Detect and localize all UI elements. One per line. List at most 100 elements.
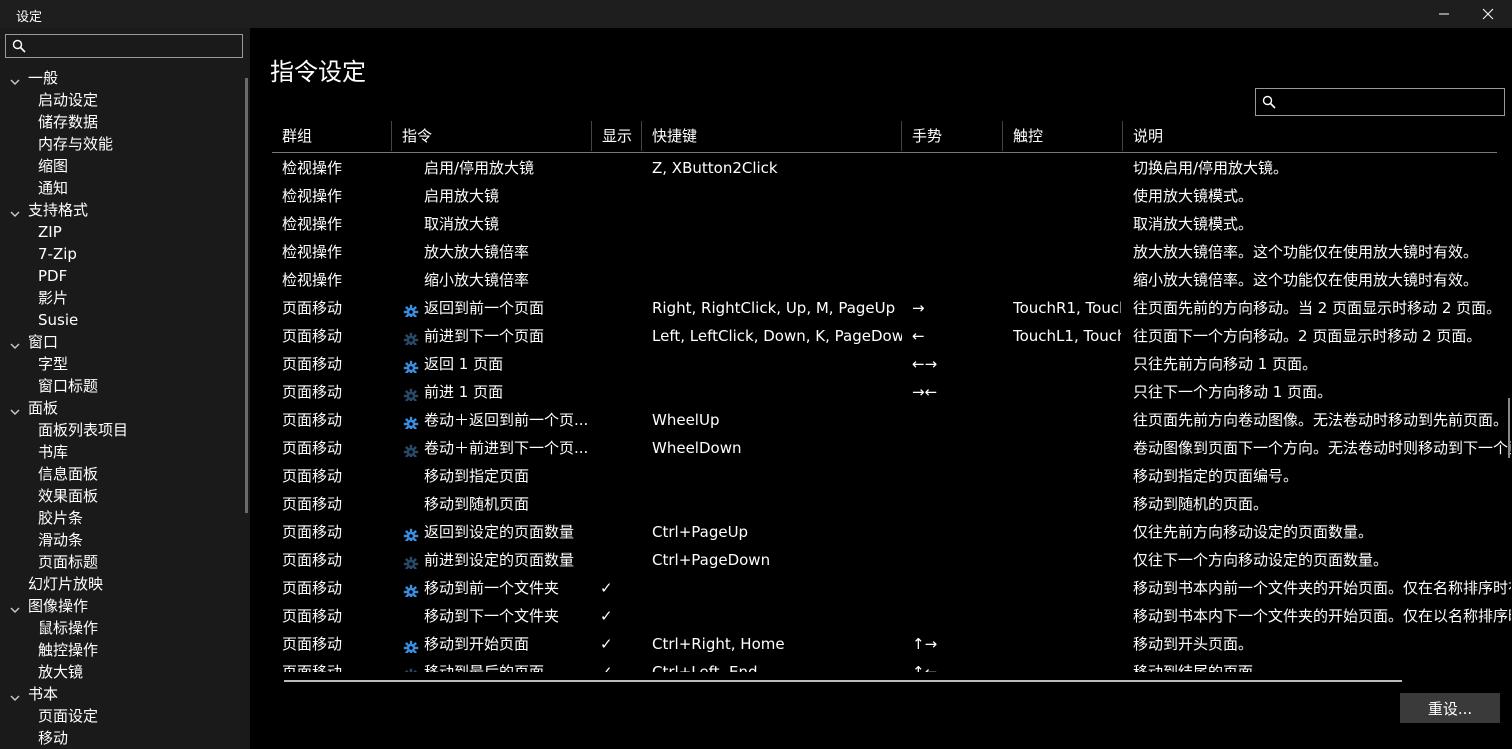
tree-item[interactable]: 缩图 [0,155,246,177]
tree-item[interactable]: 胶片条 [0,507,246,529]
shortcut-cell[interactable]: Z, XButton2Click [652,154,902,182]
command-cell[interactable]: 卷动＋前进到下一个页... [424,434,592,462]
sidebar-scrollbar[interactable] [245,78,248,513]
table-row[interactable]: 检视操作 启用/停用放大镜 Z, XButton2Click 切换启用/停用放大镜。 [272,154,1512,182]
gear-icon[interactable] [403,301,419,317]
gear-icon[interactable] [403,665,419,672]
table-row[interactable]: 页面移动 移动到指定页面 移动到指定的页面编号。 [272,462,1512,490]
shortcut-cell[interactable]: Ctrl+Right, Home [652,630,902,658]
tree-item[interactable]: 储存数据 [0,111,246,133]
shortcut-cell[interactable]: Right, RightClick, Up, M, PageUp [652,294,902,322]
tree-item[interactable]: 滑动条 [0,529,246,551]
show-checkmark[interactable]: ✓ [600,602,620,630]
tree-category[interactable]: 书本 [0,683,246,705]
show-checkmark[interactable]: ✓ [600,658,620,672]
command-cell[interactable]: 取消放大镜 [424,210,592,238]
tree-category[interactable]: 幻灯片放映 [0,573,246,595]
command-cell[interactable]: 前进到下一个页面 [424,322,592,350]
close-button[interactable] [1464,0,1512,28]
table-row[interactable]: 页面移动 移动到前一个文件夹 ✓ 移动到书本内前一个文件夹的开始页面。仅在名称排序时有… [272,574,1512,602]
command-cell[interactable]: 返回 1 页面 [424,350,592,378]
tree-category[interactable]: 支持格式 [0,199,246,221]
tree-item[interactable]: 信息面板 [0,463,246,485]
tree-item[interactable]: 启动设定 [0,89,246,111]
command-cell[interactable]: 放大放大镜倍率 [424,238,592,266]
sidebar-search-input[interactable] [5,34,243,58]
table-row[interactable]: 检视操作 启用放大镜 使用放大镜模式。 [272,182,1512,210]
vertical-scrollbar[interactable] [1508,398,1510,458]
shortcut-cell[interactable]: Ctrl+Left, End [652,658,902,672]
gear-icon[interactable] [403,385,419,401]
table-row[interactable]: 页面移动 前进到设定的页面数量 Ctrl+PageDown 仅往下一个方向移动设定的页… [272,546,1512,574]
table-row[interactable]: 页面移动 前进到下一个页面 Left, LeftClick, Down, K, Pa… [272,322,1512,350]
command-cell[interactable]: 启用放大镜 [424,182,592,210]
tree-item[interactable]: 影片 [0,287,246,309]
tree-item[interactable]: 面板列表项目 [0,419,246,441]
tree-category[interactable]: 窗口 [0,331,246,353]
column-header-description[interactable]: 说明 [1123,121,1493,151]
gesture-cell[interactable]: → [912,294,992,322]
command-cell[interactable]: 前进到设定的页面数量 [424,546,592,574]
command-cell[interactable]: 移动到最后的页面 [424,658,592,672]
tree-item[interactable]: 7-Zip [0,243,246,265]
tree-item[interactable]: 放大镜 [0,661,246,683]
gear-icon[interactable] [403,581,419,597]
tree-category[interactable]: 面板 [0,397,246,419]
command-cell[interactable]: 返回到前一个页面 [424,294,592,322]
gesture-cell[interactable]: ← [912,322,992,350]
table-row[interactable]: 检视操作 取消放大镜 取消放大镜模式。 [272,210,1512,238]
table-row[interactable]: 检视操作 放大放大镜倍率 放大放大镜倍率。这个功能仅在使用放大镜时有效。 [272,238,1512,266]
tree-item[interactable]: 效果面板 [0,485,246,507]
command-cell[interactable]: 缩小放大镜倍率 [424,266,592,294]
table-row[interactable]: 页面移动 返回到前一个页面 Right, RightClick, Up, M, Pa… [272,294,1512,322]
tree-item[interactable]: 鼠标操作 [0,617,246,639]
gear-icon[interactable] [403,413,419,429]
command-cell[interactable]: 移动到随机页面 [424,490,592,518]
tree-item[interactable]: 移动 [0,727,246,749]
command-cell[interactable]: 卷动＋返回到前一个页... [424,406,592,434]
maximize-button[interactable] [1420,0,1468,28]
tree-item[interactable]: 内存与效能 [0,133,246,155]
column-header-show[interactable]: 显示 [592,121,642,151]
command-search-input[interactable] [1255,88,1505,116]
table-row[interactable]: 页面移动 返回到设定的页面数量 Ctrl+PageUp 仅往先前方向移动设定的页面数量… [272,518,1512,546]
gear-icon[interactable] [403,329,419,345]
tree-item[interactable]: 书库 [0,441,246,463]
table-row[interactable]: 页面移动 返回 1 页面 ←→ 只往先前方向移动 1 页面。 [272,350,1512,378]
show-checkmark[interactable]: ✓ [600,574,620,602]
shortcut-cell[interactable]: WheelDown [652,434,902,462]
column-header-group[interactable]: 群组 [272,121,392,151]
command-cell[interactable]: 移动到下一个文件夹 [424,602,592,630]
tree-item[interactable]: 页面标题 [0,551,246,573]
table-row[interactable]: 页面移动 卷动＋前进到下一个页... WheelDown 卷动图像到页面下一个方向。无… [272,434,1512,462]
command-cell[interactable]: 前进 1 页面 [424,378,592,406]
tree-category[interactable]: 图像操作 [0,595,246,617]
tree-item[interactable]: 字型 [0,353,246,375]
tree-item[interactable]: 触控操作 [0,639,246,661]
command-cell[interactable]: 启用/停用放大镜 [424,154,592,182]
table-row[interactable]: 页面移动 移动到下一个文件夹 ✓ 移动到书本内下一个文件夹的开始页面。仅在以名称排序时… [272,602,1512,630]
shortcut-cell[interactable]: Ctrl+PageUp [652,518,902,546]
command-cell[interactable]: 移动到前一个文件夹 [424,574,592,602]
table-row[interactable]: 检视操作 缩小放大镜倍率 缩小放大镜倍率。这个功能仅在使用放大镜时有效。 [272,266,1512,294]
shortcut-cell[interactable]: Ctrl+PageDown [652,546,902,574]
table-row[interactable]: 页面移动 移动到开始页面 ✓ Ctrl+Right, Home ↑→ 移动到开头页面。 [272,630,1512,658]
tree-item[interactable]: Susie [0,309,246,331]
gesture-cell[interactable]: ←→ [912,350,992,378]
command-cell[interactable]: 返回到设定的页面数量 [424,518,592,546]
tree-item[interactable]: 页面设定 [0,705,246,727]
column-header-command[interactable]: 指令 [392,121,592,151]
gear-icon[interactable] [403,441,419,457]
column-header-shortcut[interactable]: 快捷键 [642,121,902,151]
shortcut-cell[interactable]: Left, LeftClick, Down, K, PageDown [652,322,902,350]
tree-category[interactable]: 一般 [0,67,246,89]
tree-item[interactable]: 窗口标题 [0,375,246,397]
command-cell[interactable]: 移动到开始页面 [424,630,592,658]
reset-button[interactable]: 重设... [1400,693,1500,723]
touch-cell[interactable]: TouchL1, TouchL2 [1013,322,1121,350]
command-cell[interactable]: 移动到指定页面 [424,462,592,490]
column-header-gesture[interactable]: 手势 [902,121,1002,151]
gesture-cell[interactable]: ↑→ [912,630,992,658]
shortcut-cell[interactable]: WheelUp [652,406,902,434]
gear-icon[interactable] [403,553,419,569]
